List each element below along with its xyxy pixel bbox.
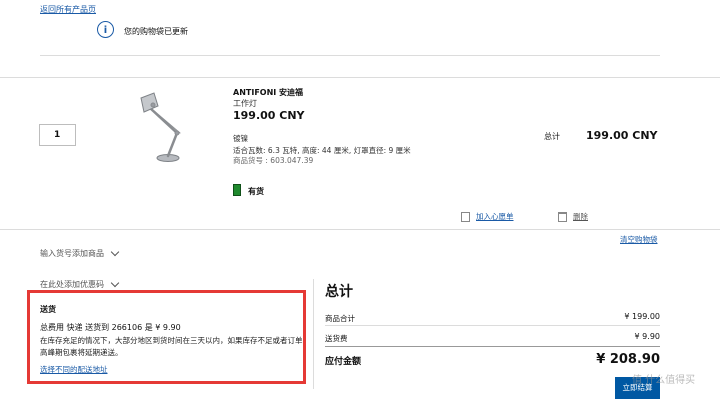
lamp-illustration (140, 92, 181, 162)
chevron-down-icon (110, 278, 120, 288)
stock-icon (233, 184, 241, 196)
product-image[interactable] (130, 86, 210, 166)
delivery-fee-text: 总费用 快递 送货到 266106 是 ¥ 9.90 (40, 323, 181, 332)
coupon-toggle[interactable]: 在此处添加优惠码 (40, 278, 120, 290)
item-total-label: 总计 (544, 132, 560, 141)
stock-status: 有货 (248, 187, 264, 196)
divider (325, 325, 660, 326)
back-to-products-link[interactable]: 返回所有产品页 (40, 4, 96, 15)
delivery-title: 送货 (40, 305, 56, 314)
product-name[interactable]: ANTIFONI 安迪福 (233, 87, 303, 98)
add-by-article-label: 输入货号添加商品 (40, 249, 104, 258)
clear-cart-link[interactable]: 清空购物袋 (620, 234, 658, 245)
goods-total-label: 商品合计 (325, 314, 355, 323)
amount-due-label: 应付金额 (325, 357, 362, 367)
info-icon: i (97, 21, 114, 38)
divider (40, 55, 660, 56)
add-by-article-toggle[interactable]: 输入货号添加商品 (40, 247, 120, 259)
coupon-label: 在此处添加优惠码 (40, 280, 104, 289)
product-type: 工作灯 (233, 99, 257, 108)
delete-label: 删除 (573, 212, 588, 221)
amount-due-value: ¥ 208.90 (596, 352, 660, 367)
delivery-time-text: 在库存充足的情况下，大部分地区到货时间在三天以内，如果库存不足或者订单高峰期包裹… (40, 336, 303, 357)
item-total-value: 199.00 CNY (586, 129, 658, 142)
shipping-fee-label: 送货费 (325, 334, 348, 343)
add-to-wishlist-button[interactable]: 加入心愿单 (461, 211, 514, 222)
goods-total-value: ¥ 199.00 (624, 312, 660, 321)
chevron-down-icon (110, 247, 120, 257)
summary-title: 总计 (325, 284, 353, 300)
divider (313, 279, 314, 389)
divider (0, 77, 720, 78)
shipping-fee-value: ¥ 9.90 (634, 332, 660, 341)
product-color: 镀镍 (233, 134, 248, 143)
quantity-input[interactable]: 1 (39, 124, 76, 146)
divider (0, 229, 720, 230)
change-address-link[interactable]: 选择不同的配送地址 (40, 364, 108, 375)
wishlist-icon (461, 211, 470, 222)
cart-updated-notice: 您的购物袋已更新 (124, 27, 188, 36)
product-price: 199.00 CNY (233, 109, 305, 122)
watermark: 值 什么值得买 (632, 375, 696, 386)
delete-button[interactable]: 删除 (558, 211, 588, 222)
divider (325, 346, 660, 347)
article-number: 商品货号 : 603.047.39 (233, 156, 314, 165)
trash-icon (558, 211, 567, 222)
add-to-wishlist-label: 加入心愿单 (476, 212, 514, 221)
